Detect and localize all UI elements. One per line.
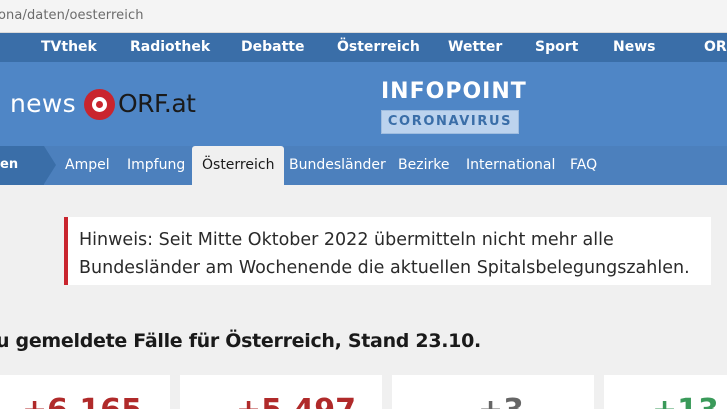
news-logo-text[interactable]: news — [10, 89, 76, 118]
orf-logo-text[interactable]: ORF.at — [118, 89, 196, 118]
coronavirus-badge[interactable]: CORONAVIRUS — [381, 110, 519, 134]
stat-value: +5.497 — [236, 393, 356, 409]
topnav-item-radiothek[interactable]: Radiothek — [130, 39, 210, 55]
notice-box: Hinweis: Seit Mitte Oktober 2022 übermit… — [64, 217, 711, 285]
tab-bundeslaender[interactable]: Bundesländer — [289, 157, 386, 173]
address-bar[interactable]: ona/daten/oesterreich — [0, 0, 727, 33]
topnav-item-tvthek[interactable]: TVthek — [41, 39, 97, 55]
infopoint-subnavigation: en Ampel Impfung Österreich Bundesländer… — [0, 146, 727, 185]
stat-card: +5.497 — [180, 375, 382, 409]
topnav-item-sport[interactable]: Sport — [535, 39, 578, 55]
topnav-item-oesterreich[interactable]: Österreich — [337, 39, 420, 55]
tab-faq[interactable]: FAQ — [570, 157, 597, 173]
subnav-home-crumb[interactable]: en — [0, 146, 56, 185]
topnav-item-orf[interactable]: ORF — [704, 39, 727, 55]
section-heading: u gemeldete Fälle für Österreich, Stand … — [0, 330, 481, 352]
stat-value: +13.6 — [652, 393, 727, 409]
topnav-item-prev[interactable]: · — [0, 39, 1, 55]
stat-value: +6.165 — [22, 393, 142, 409]
subnav-home-label: en — [0, 157, 19, 172]
infopoint-title[interactable]: INFOPOINT — [381, 79, 527, 104]
stat-card: +6.165 — [0, 375, 170, 409]
tab-bezirke[interactable]: Bezirke — [398, 157, 449, 173]
orf-eye-logo-icon[interactable] — [84, 89, 115, 120]
tab-international[interactable]: International — [466, 157, 555, 173]
page-header: news ORF.at INFOPOINT CORONAVIRUS — [0, 62, 727, 146]
tab-oesterreich[interactable]: Österreich — [192, 146, 285, 185]
topnav-item-news[interactable]: News — [613, 39, 655, 55]
topnav-item-debatte[interactable]: Debatte — [241, 39, 304, 55]
notice-text: Hinweis: Seit Mitte Oktober 2022 übermit… — [79, 230, 690, 278]
stat-card: +3 — [392, 375, 594, 409]
url-text[interactable]: ona/daten/oesterreich — [0, 8, 144, 23]
topnav-item-wetter[interactable]: Wetter — [448, 39, 502, 55]
stat-card: +13.6 — [604, 375, 727, 409]
orf-top-navigation: · TVthek Radiothek Debatte Österreich We… — [0, 33, 727, 62]
tab-impfung[interactable]: Impfung — [127, 157, 185, 173]
coronavirus-label: CORONAVIRUS — [387, 114, 513, 129]
stat-value: +3 — [478, 393, 524, 409]
tab-ampel[interactable]: Ampel — [65, 157, 110, 173]
